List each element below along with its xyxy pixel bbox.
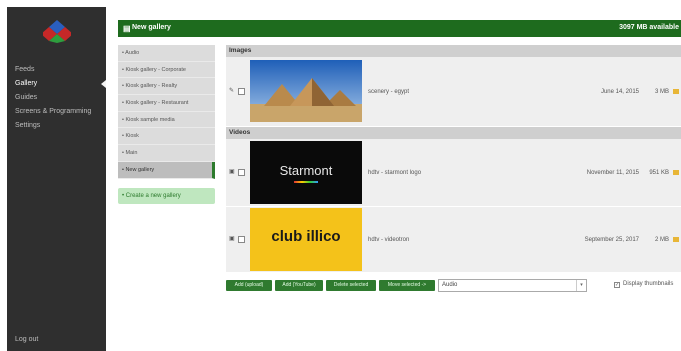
sidebar-nav: Feeds Gallery Guides Screens & Programmi… — [7, 63, 106, 133]
gallery-item-audio[interactable]: • Audio — [118, 45, 215, 62]
chevron-down-icon[interactable]: ▾ — [576, 280, 586, 291]
media-date: September 25, 2017 — [584, 237, 639, 243]
media-panel: Images ✎ scenery - egypt June 14, 2015 3… — [226, 45, 681, 273]
gallery-item-kiosk-sample-media[interactable]: • Kiosk sample media — [118, 111, 215, 129]
media-thumbnail[interactable]: Starmont — [250, 141, 362, 204]
media-row-image: ✎ scenery - egypt June 14, 2015 3 MB — [226, 57, 681, 127]
color-strip — [294, 181, 318, 183]
media-size: 3 MB — [654, 89, 669, 95]
media-row-video: ▣ Starmont hdtv - starmont logo November… — [226, 139, 681, 207]
video-type-icon: ▣ — [229, 169, 235, 175]
move-target-value: Audio — [442, 282, 458, 288]
page-header: ▤ New gallery 3097 MB available — [118, 20, 681, 37]
sidebar: Feeds Gallery Guides Screens & Programmi… — [7, 7, 106, 351]
display-thumbnails-toggle[interactable]: ✓ Display thumbnails — [614, 281, 673, 288]
videos-section-heading: Videos — [226, 127, 681, 139]
thumbnail-caption: club illico — [271, 228, 341, 245]
add-youtube-button[interactable]: Add (YouTube) — [275, 280, 323, 291]
action-toolbar: Add (upload) Add (YouTube) Delete select… — [226, 279, 681, 293]
logout-link[interactable]: Log out — [15, 336, 38, 343]
sidebar-item-settings[interactable]: Settings — [7, 119, 106, 133]
page-title: New gallery — [132, 24, 171, 31]
gallery-item-kiosk-realty[interactable]: • Kiosk gallery - Realty — [118, 78, 215, 96]
sidebar-item-feeds[interactable]: Feeds — [7, 63, 106, 77]
thumbnail-caption: Starmont — [279, 163, 333, 178]
folder-icon[interactable] — [673, 89, 679, 94]
sidebar-item-guides[interactable]: Guides — [7, 91, 106, 105]
checkbox-checked-icon[interactable]: ✓ — [614, 282, 620, 288]
media-date: November 11, 2015 — [586, 170, 639, 176]
select-checkbox[interactable] — [238, 169, 245, 176]
media-size: 951 KB — [649, 170, 669, 176]
display-thumbnails-label: Display thumbnails — [623, 281, 674, 287]
folder-icon[interactable] — [673, 170, 679, 175]
move-selected-button[interactable]: Move selected -> — [379, 280, 435, 291]
media-thumbnail[interactable] — [250, 60, 362, 122]
media-name: hdtv - starmont logo — [368, 170, 422, 176]
delete-selected-button[interactable]: Delete selected — [326, 280, 376, 291]
media-size: 2 MB — [654, 237, 669, 243]
gallery-list: • Audio • Kiosk gallery - Corporate • Ki… — [118, 45, 215, 179]
app-logo — [43, 20, 71, 43]
image-type-icon: ✎ — [229, 88, 235, 94]
media-name: hdtv - videotron — [368, 237, 410, 243]
media-date: June 14, 2015 — [600, 89, 639, 95]
storage-available: 3097 MB available — [619, 24, 679, 31]
media-row-video: ▣ club illico hdtv - videotron September… — [226, 207, 681, 273]
add-upload-button[interactable]: Add (upload) — [226, 280, 272, 291]
select-checkbox[interactable] — [238, 236, 245, 243]
gallery-item-kiosk[interactable]: • Kiosk — [118, 128, 215, 146]
create-gallery-button[interactable]: • Create a new gallery — [118, 188, 215, 204]
move-target-select[interactable]: Audio ▾ — [438, 279, 587, 292]
gallery-item-new-gallery[interactable]: • New gallery — [118, 161, 215, 179]
gallery-item-main[interactable]: • Main — [118, 145, 215, 162]
folder-icon[interactable] — [673, 237, 679, 242]
sidebar-item-gallery[interactable]: Gallery — [7, 77, 106, 91]
gallery-icon: ▤ — [123, 24, 131, 33]
gallery-item-kiosk-corporate[interactable]: • Kiosk gallery - Corporate — [118, 61, 215, 79]
video-type-icon: ▣ — [229, 236, 235, 242]
media-name: scenery - egypt — [368, 89, 410, 95]
select-checkbox[interactable] — [238, 88, 245, 95]
images-section-heading: Images — [226, 45, 681, 57]
gallery-item-kiosk-restaurant[interactable]: • Kiosk gallery - Restaurant — [118, 95, 215, 112]
sidebar-item-screens-programming[interactable]: Screens & Programming — [7, 105, 106, 119]
media-thumbnail[interactable]: club illico — [250, 208, 362, 271]
